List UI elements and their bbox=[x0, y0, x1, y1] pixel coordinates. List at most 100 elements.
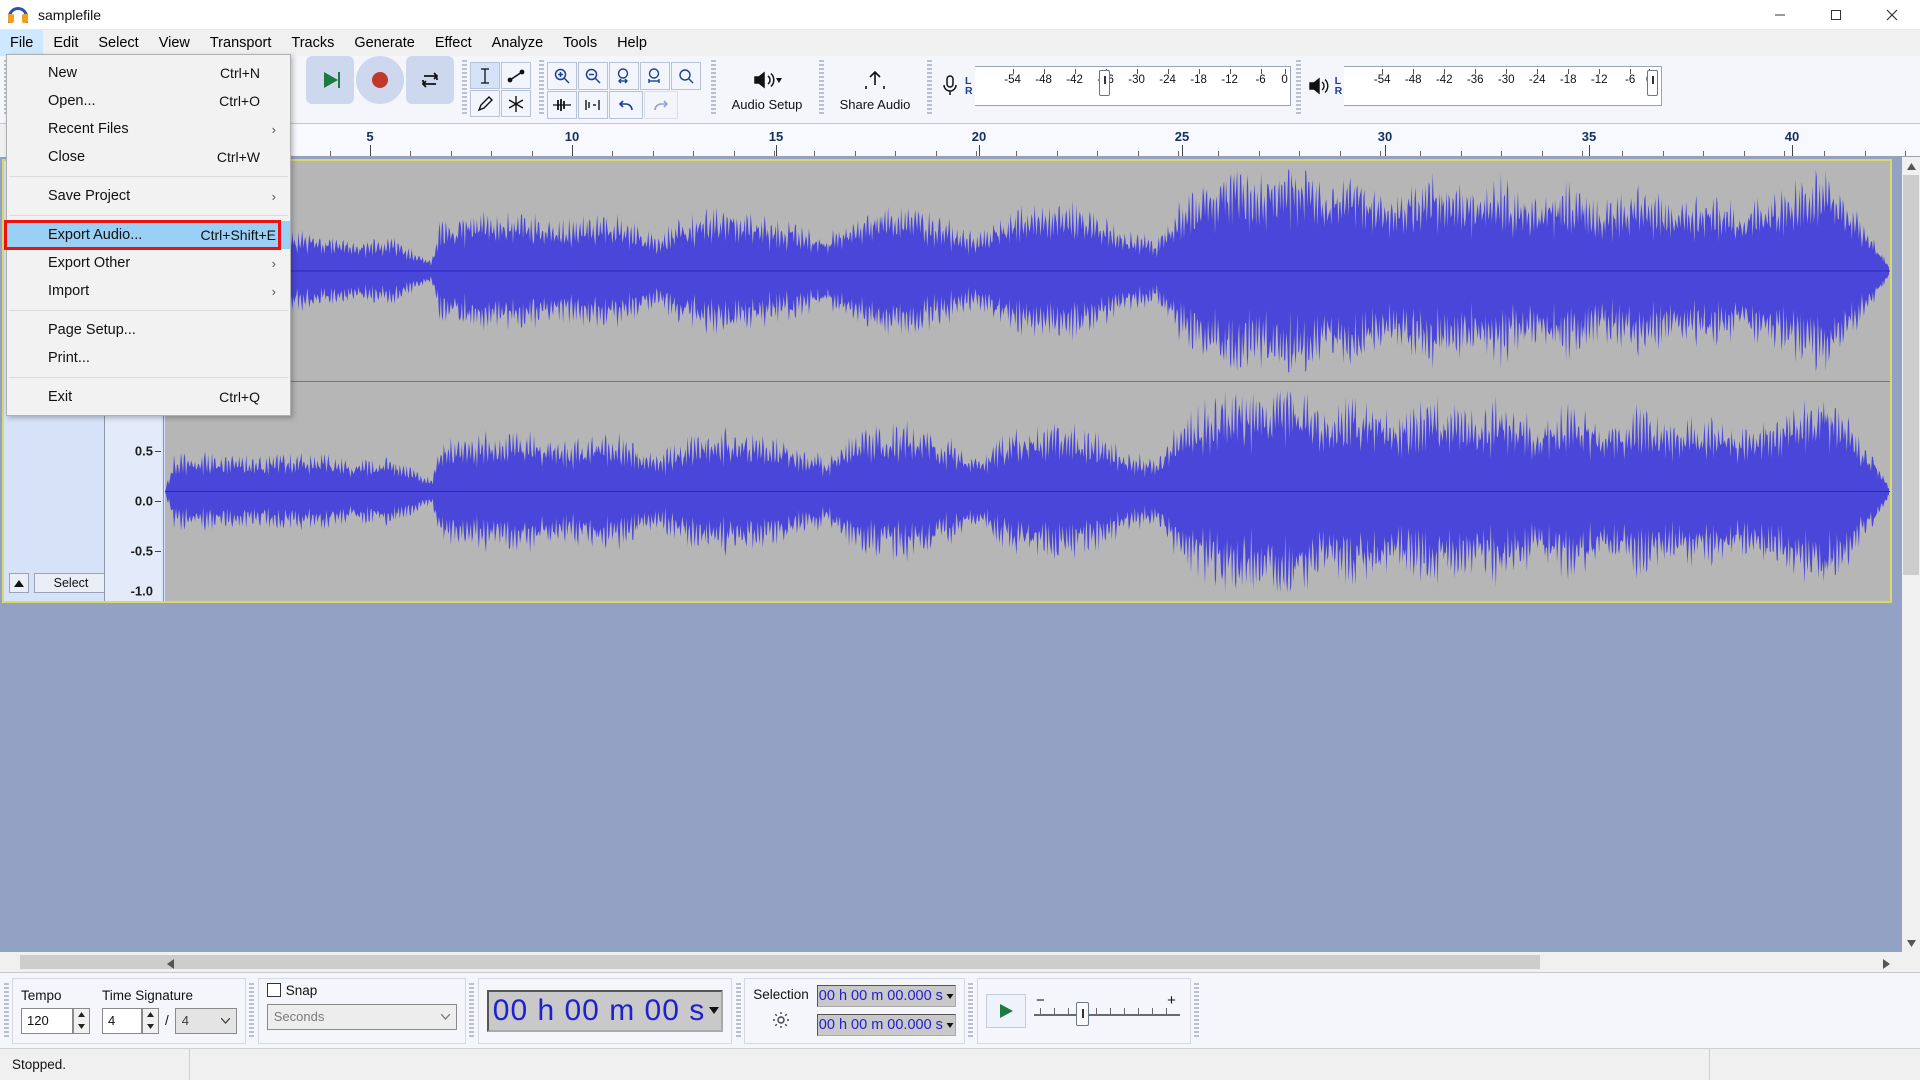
chevron-right-icon: › bbox=[272, 284, 276, 299]
tempo-stepper[interactable] bbox=[73, 1008, 90, 1034]
waveform-area[interactable] bbox=[165, 161, 1890, 601]
time-signature-upper-input[interactable]: 4 bbox=[102, 1008, 142, 1034]
snap-mode-select[interactable]: Seconds bbox=[267, 1004, 457, 1030]
menu-tools[interactable]: Tools bbox=[553, 30, 607, 56]
menu-analyze[interactable]: Analyze bbox=[482, 30, 554, 56]
share-audio-button[interactable]: Share Audio bbox=[827, 60, 923, 120]
play-at-speed-icon[interactable] bbox=[986, 994, 1026, 1028]
vertical-scrollbar-thumb[interactable] bbox=[1903, 175, 1919, 575]
chevron-left-icon[interactable] bbox=[160, 954, 180, 974]
playback-meter[interactable]: L R -54 -48 -42 -36 -30 -24 -18 -12 -6 0 bbox=[1305, 64, 1663, 108]
minimize-icon[interactable] bbox=[1752, 0, 1808, 30]
selection-toolbar-grip[interactable] bbox=[734, 983, 742, 1039]
menu-item-print[interactable]: Print... bbox=[7, 344, 290, 372]
menu-tracks[interactable]: Tracks bbox=[281, 30, 344, 56]
selection-start-display[interactable]: 00 h 00 m 00.000 s bbox=[817, 985, 956, 1007]
menu-effect[interactable]: Effect bbox=[425, 30, 482, 56]
menu-edit[interactable]: Edit bbox=[43, 30, 88, 56]
bottom-toolbar-end-grip[interactable] bbox=[1193, 983, 1201, 1039]
menu-item-new[interactable]: New Ctrl+N bbox=[7, 59, 290, 87]
play-icon[interactable] bbox=[306, 56, 354, 104]
menu-item-import[interactable]: Import › bbox=[7, 277, 290, 305]
play-meter-thumb[interactable] bbox=[1647, 70, 1658, 96]
selection-end-display[interactable]: 00 h 00 m 00.000 s bbox=[817, 1014, 956, 1036]
play-at-speed-toolbar: − + bbox=[977, 978, 1191, 1044]
chevron-down-icon[interactable] bbox=[1902, 934, 1920, 952]
menu-select[interactable]: Select bbox=[88, 30, 148, 56]
trim-audio-button[interactable] bbox=[547, 91, 577, 119]
time-signature-lower-select[interactable]: 4 bbox=[175, 1008, 237, 1034]
horizontal-scrollbar-track[interactable] bbox=[0, 954, 1920, 970]
menu-item-save-project[interactable]: Save Project › bbox=[7, 182, 290, 210]
chevron-right-icon[interactable] bbox=[1876, 954, 1896, 974]
tools-toolbar-grip[interactable] bbox=[460, 60, 468, 116]
edit-toolbar-grip[interactable] bbox=[537, 60, 545, 116]
time-display-grip[interactable] bbox=[468, 983, 476, 1039]
status-cell-2 bbox=[190, 1049, 1710, 1080]
horizontal-scrollbar[interactable] bbox=[0, 952, 1920, 972]
audio-position-display[interactable]: 00 h 00 m 00 s bbox=[487, 990, 723, 1032]
maximize-icon[interactable] bbox=[1808, 0, 1864, 30]
menu-item-accel: Ctrl+O bbox=[219, 93, 260, 109]
play-speed-slider-thumb[interactable] bbox=[1076, 1002, 1089, 1026]
menu-item-exit[interactable]: Exit Ctrl+Q bbox=[7, 383, 290, 411]
zoom-in-button[interactable] bbox=[547, 62, 577, 90]
empty-track-background[interactable] bbox=[0, 607, 1920, 952]
audio-position-dropdown-icon[interactable] bbox=[709, 1007, 719, 1014]
share-audio-grip[interactable] bbox=[817, 60, 825, 116]
time-toolbar-grip[interactable] bbox=[2, 983, 10, 1039]
waveform-channel-right[interactable] bbox=[165, 382, 1890, 601]
menu-item-export-audio[interactable]: Export Audio... Ctrl+Shift+E bbox=[7, 221, 290, 249]
silence-audio-button[interactable] bbox=[578, 91, 608, 119]
undo-button[interactable] bbox=[609, 91, 643, 119]
menu-item-open[interactable]: Open... Ctrl+O bbox=[7, 87, 290, 115]
snap-toolbar-grip[interactable] bbox=[248, 983, 256, 1039]
record-icon[interactable] bbox=[356, 56, 404, 104]
time-signature-upper-stepper[interactable] bbox=[142, 1008, 159, 1034]
waveform-channel-left[interactable] bbox=[165, 161, 1890, 381]
play-speed-grip[interactable] bbox=[967, 983, 975, 1039]
timeline-minor-tick bbox=[1299, 151, 1300, 156]
vertical-scrollbar[interactable] bbox=[1902, 157, 1920, 952]
fit-project-button[interactable] bbox=[640, 62, 670, 90]
menu-item-close[interactable]: Close Ctrl+W bbox=[7, 143, 290, 171]
menu-item-export-other[interactable]: Export Other › bbox=[7, 249, 290, 277]
record-meter-grip[interactable] bbox=[925, 60, 933, 116]
close-icon[interactable] bbox=[1864, 0, 1920, 30]
menu-file[interactable]: File bbox=[0, 30, 43, 56]
timeline-minor-tick bbox=[814, 151, 815, 156]
record-meter-thumb[interactable] bbox=[1099, 70, 1110, 96]
envelope-tool[interactable] bbox=[501, 62, 531, 89]
track-select-button[interactable]: Select bbox=[34, 573, 108, 593]
collapse-track-icon[interactable] bbox=[9, 573, 29, 593]
gear-icon[interactable] bbox=[771, 1010, 791, 1035]
zoom-out-button[interactable] bbox=[578, 62, 608, 90]
redo-button[interactable] bbox=[644, 91, 678, 119]
chevron-up-icon[interactable] bbox=[1902, 157, 1920, 175]
menu-help[interactable]: Help bbox=[607, 30, 657, 56]
zoom-toggle-button[interactable] bbox=[671, 62, 701, 90]
menu-view[interactable]: View bbox=[149, 30, 200, 56]
play-speed-slider[interactable]: − + bbox=[1032, 994, 1182, 1028]
menu-transport[interactable]: Transport bbox=[200, 30, 282, 56]
recording-meter[interactable]: L R -54 -48 -42 -36 -30 -24 -18 -12 -6 0 bbox=[935, 64, 1291, 108]
menu-item-recent-files[interactable]: Recent Files › bbox=[7, 115, 290, 143]
tempo-input[interactable]: 120 bbox=[21, 1008, 73, 1034]
fit-selection-button[interactable] bbox=[609, 62, 639, 90]
menu-item-page-setup[interactable]: Page Setup... bbox=[7, 316, 290, 344]
tools-toolbar bbox=[470, 62, 531, 117]
selection-end-dropdown-icon[interactable] bbox=[946, 1023, 953, 1028]
snap-checkbox[interactable] bbox=[267, 983, 281, 997]
play-meter-grip[interactable] bbox=[1295, 60, 1303, 116]
multi-tool[interactable] bbox=[501, 90, 531, 117]
audio-setup-grip[interactable] bbox=[709, 60, 717, 116]
loop-icon[interactable] bbox=[406, 56, 454, 104]
file-menu-dropdown[interactable]: New Ctrl+N Open... Ctrl+O Recent Files ›… bbox=[6, 54, 291, 416]
menu-generate[interactable]: Generate bbox=[344, 30, 424, 56]
audio-setup-button[interactable]: Audio Setup bbox=[719, 60, 815, 120]
draw-tool[interactable] bbox=[470, 90, 500, 117]
horizontal-scrollbar-thumb[interactable] bbox=[20, 955, 1540, 969]
chevron-right-icon: › bbox=[272, 189, 276, 204]
selection-start-dropdown-icon[interactable] bbox=[946, 994, 953, 999]
selection-tool[interactable] bbox=[470, 62, 500, 89]
